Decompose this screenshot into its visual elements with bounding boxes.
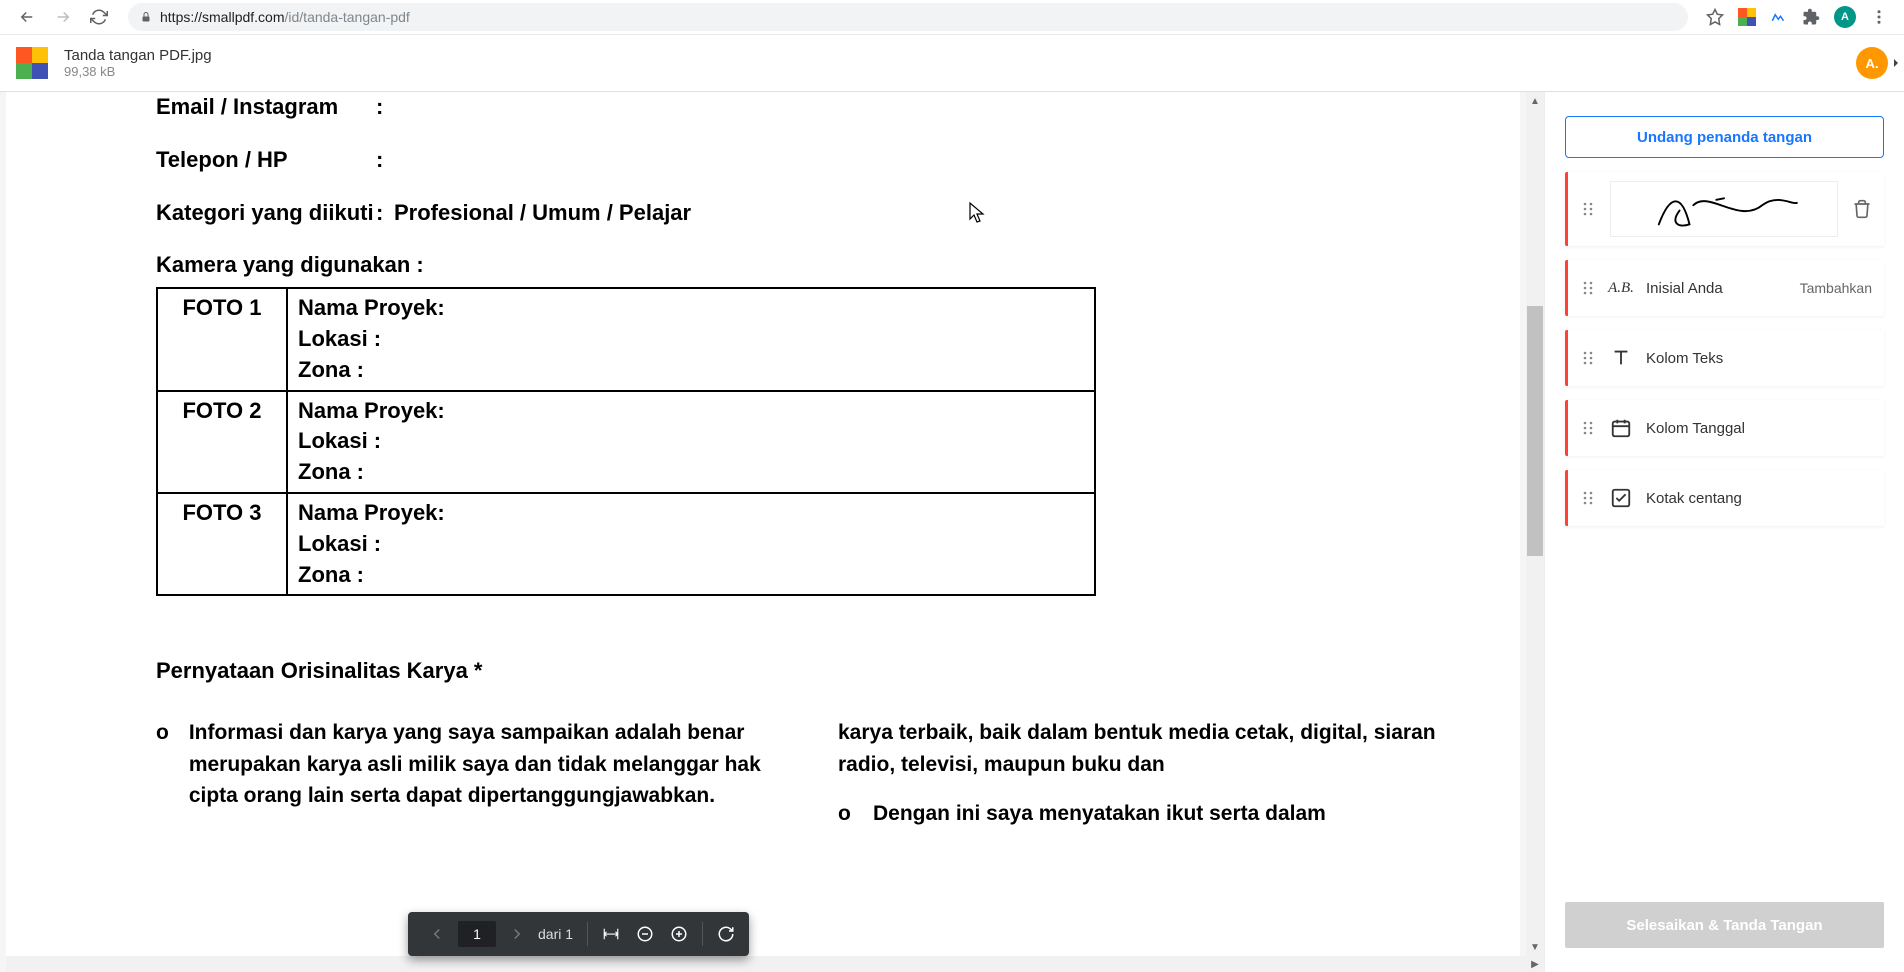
fit-width-button[interactable] — [596, 919, 626, 949]
date-label: Kolom Tanggal — [1646, 420, 1872, 437]
checkbox-icon — [1610, 487, 1632, 509]
table-row: FOTO 1Nama Proyek:Lokasi :Zona : — [157, 288, 1095, 390]
smallpdf-logo-icon[interactable] — [16, 47, 48, 79]
table-row: FOTO 2Nama Proyek:Lokasi :Zona : — [157, 391, 1095, 493]
user-badge[interactable]: A. — [1856, 47, 1888, 79]
profile-avatar[interactable]: A — [1834, 6, 1856, 28]
initials-icon: A.B. — [1610, 277, 1632, 299]
page-number-input[interactable] — [458, 921, 496, 947]
file-name: Tanda tangan PDF.jpg — [64, 47, 212, 64]
prev-page-button[interactable] — [422, 919, 452, 949]
camera-label: Kamera yang digunakan : — [156, 250, 1480, 281]
pdf-toolbar: dari 1 — [408, 912, 749, 956]
finish-sign-button[interactable]: Selesaikan & Tanda Tangan — [1565, 902, 1884, 948]
app-header: Tanda tangan PDF.jpg 99,38 kB A. — [0, 35, 1904, 91]
tool-checkbox[interactable]: Kotak centang — [1565, 470, 1884, 526]
file-size: 99,38 kB — [64, 64, 212, 79]
stmt-right-top: karya terbaik, baik dalam bentuk media c… — [838, 717, 1480, 780]
scrollbar-thumb[interactable] — [1527, 306, 1543, 556]
drag-handle-icon[interactable] — [1580, 420, 1596, 436]
zoom-in-button[interactable] — [664, 919, 694, 949]
scroll-up-icon[interactable]: ▲ — [1526, 92, 1544, 110]
drag-handle-icon[interactable] — [1580, 350, 1596, 366]
browser-toolbar: https://smallpdf.com/id/tanda-tangan-pdf… — [0, 0, 1904, 35]
vertical-scrollbar[interactable]: ▲ ▼ — [1526, 92, 1544, 956]
zoom-out-button[interactable] — [630, 919, 660, 949]
address-bar[interactable]: https://smallpdf.com/id/tanda-tangan-pdf — [128, 3, 1688, 31]
scroll-down-icon[interactable]: ▼ — [1526, 938, 1544, 956]
tool-text[interactable]: Kolom Teks — [1565, 330, 1884, 386]
signature-preview — [1610, 181, 1838, 237]
form-value-category: Profesional / Umum / Pelajar — [394, 198, 691, 229]
extension2-icon[interactable] — [1770, 8, 1788, 26]
stmt-right-bullet: Dengan ini saya menyatakan ikut serta da… — [873, 798, 1326, 830]
invite-signers-button[interactable]: Undang penanda tangan — [1565, 116, 1884, 158]
calendar-icon — [1610, 417, 1632, 439]
stmt-left: Informasi dan karya yang saya sampaikan … — [189, 717, 798, 812]
initials-label: Inisial Anda — [1646, 280, 1786, 297]
side-panel: Undang penanda tangan A.B. Inisial Anda … — [1544, 92, 1904, 972]
extension1-icon[interactable] — [1738, 8, 1756, 26]
kebab-menu-icon[interactable] — [1870, 8, 1888, 26]
horizontal-scrollbar[interactable]: ▶ — [6, 956, 1544, 972]
form-label-phone: Telepon / HP — [156, 145, 376, 176]
form-label-email: Email / Instagram — [156, 92, 376, 123]
table-row: FOTO 3Nama Proyek:Lokasi :Zona : — [157, 493, 1095, 595]
photo-table: FOTO 1Nama Proyek:Lokasi :Zona : FOTO 2N… — [156, 287, 1096, 596]
bookmark-star-icon[interactable] — [1706, 8, 1724, 26]
form-label-category: Kategori yang diikuti — [156, 198, 376, 229]
tool-date[interactable]: Kolom Tanggal — [1565, 400, 1884, 456]
text-icon — [1610, 347, 1632, 369]
url-text: https://smallpdf.com/id/tanda-tangan-pdf — [160, 9, 410, 25]
page-total: dari 1 — [538, 926, 573, 942]
lock-icon — [140, 11, 152, 23]
tool-signature[interactable] — [1565, 172, 1884, 246]
drag-handle-icon[interactable] — [1580, 201, 1596, 217]
tool-initials[interactable]: A.B. Inisial Anda Tambahkan — [1565, 260, 1884, 316]
statement-title: Pernyataan Orisinalitas Karya * — [156, 656, 1480, 687]
rotate-button[interactable] — [711, 919, 741, 949]
reload-icon[interactable] — [90, 8, 108, 26]
forward-icon[interactable] — [54, 8, 72, 26]
drag-handle-icon[interactable] — [1580, 280, 1596, 296]
next-page-button[interactable] — [502, 919, 532, 949]
text-label: Kolom Teks — [1646, 350, 1872, 367]
checkbox-label: Kotak centang — [1646, 490, 1872, 507]
extensions-puzzle-icon[interactable] — [1802, 8, 1820, 26]
document-viewer[interactable]: Email / Instagram: Telepon / HP: Kategor… — [0, 92, 1544, 972]
delete-signature-icon[interactable] — [1852, 199, 1872, 219]
add-initials-action[interactable]: Tambahkan — [1800, 280, 1872, 296]
scroll-right-icon[interactable]: ▶ — [1526, 956, 1544, 972]
drag-handle-icon[interactable] — [1580, 490, 1596, 506]
back-icon[interactable] — [18, 8, 36, 26]
